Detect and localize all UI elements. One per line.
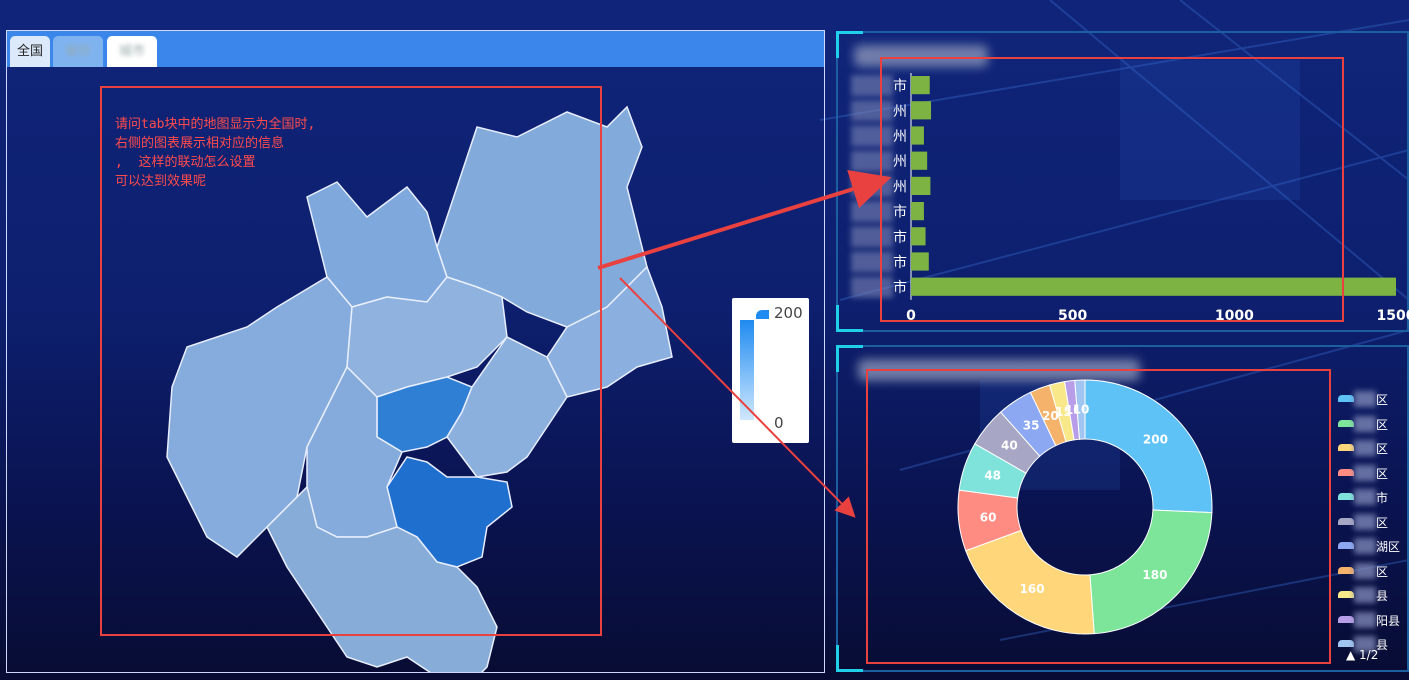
arrow-to-bar	[597, 169, 892, 270]
arrow-to-pie	[619, 277, 856, 518]
annotation-arrows	[597, 169, 892, 518]
